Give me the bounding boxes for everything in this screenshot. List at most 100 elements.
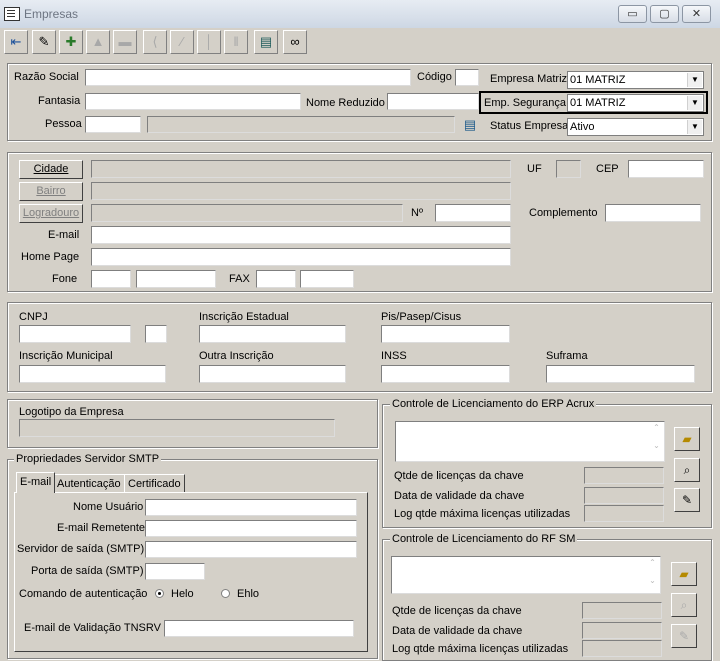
codigo-field[interactable] (455, 69, 479, 86)
erp-log-label: Log qtde máxima licenças utilizadas (394, 508, 571, 520)
email-field[interactable] (91, 226, 511, 244)
tab-autenticacao[interactable]: Autenticação (53, 474, 125, 492)
open-folder-icon[interactable]: ▰ (671, 562, 697, 586)
fone-ddd-field[interactable] (91, 270, 131, 288)
fantasia-field[interactable] (85, 93, 301, 110)
fax-number-field[interactable] (300, 270, 354, 288)
logotipo-label: Logotipo da Empresa (19, 406, 124, 418)
helo-radio[interactable] (155, 589, 164, 598)
edit-icon[interactable]: ✎ (32, 30, 56, 54)
emp-seguranca-label: Emp. Segurança (484, 97, 566, 109)
razao-social-label: Razão Social (14, 71, 79, 83)
email-remetente-label: E-mail Remetente (57, 522, 146, 534)
close-button[interactable]: ✕ (682, 5, 711, 23)
next-icon[interactable]: │ (197, 30, 221, 54)
save-icon[interactable]: ▲ (86, 30, 110, 54)
rfsm-qtde-field (582, 602, 662, 619)
home-page-label: Home Page (21, 251, 80, 263)
exit-icon[interactable]: ⇤ (4, 30, 28, 54)
erp-validade-label: Data de validade da chave (394, 490, 525, 502)
numero-field[interactable] (435, 204, 511, 222)
memo-scrollbar[interactable]: ⌃ ⌄ (650, 423, 663, 460)
uf-label: UF (527, 163, 542, 175)
emp-seguranca-select[interactable]: 01 MATRIZ ▼ (567, 94, 704, 112)
search-document-icon[interactable]: ⌕ (674, 458, 700, 482)
cnpj-label: CNPJ (19, 311, 48, 323)
binoculars-icon[interactable]: ∞ (283, 30, 307, 54)
rfsm-qtde-label: Qtde de licenças da chave (392, 605, 522, 617)
suframa-label: Suframa (546, 350, 588, 362)
edit-icon[interactable]: ✎ (671, 624, 697, 648)
servidor-saida-field[interactable] (145, 541, 357, 558)
erp-log-field (584, 505, 664, 522)
window-title: Empresas (24, 7, 79, 21)
logradouro-button[interactable]: Logradouro (19, 204, 83, 223)
bairro-field (91, 182, 511, 200)
rfsm-key-memo[interactable]: ⌃ ⌄ (391, 556, 661, 594)
complemento-label: Complemento (529, 207, 598, 219)
fax-ddd-field[interactable] (256, 270, 296, 288)
pis-field[interactable] (381, 325, 510, 343)
maximize-button[interactable]: ▢ (650, 5, 679, 23)
erp-validade-field (584, 487, 664, 504)
chevron-down-icon[interactable]: ▼ (687, 120, 702, 134)
logotipo-field[interactable] (19, 419, 335, 437)
inss-label: INSS (381, 350, 407, 362)
fone-label: Fone (52, 273, 78, 285)
first-icon[interactable]: ⟨ (143, 30, 167, 54)
complemento-field[interactable] (605, 204, 701, 222)
empresa-matriz-select[interactable]: 01 MATRIZ ▼ (567, 71, 704, 89)
cidade-button[interactable]: Cidade (19, 160, 83, 179)
memo-scrollbar[interactable]: ⌃ ⌄ (646, 558, 659, 592)
fone-number-field[interactable] (136, 270, 216, 288)
inscricao-municipal-field[interactable] (19, 365, 166, 383)
title-bar: Empresas ▭ ▢ ✕ (0, 0, 720, 29)
delete-icon[interactable]: ▬ (113, 30, 137, 54)
status-empresa-label: Status Empresa (490, 120, 569, 132)
minimize-button[interactable]: ▭ (618, 5, 647, 23)
pessoa-field[interactable] (85, 116, 141, 133)
porta-saida-label: Porta de saída (SMTP) (31, 565, 144, 577)
suframa-field[interactable] (546, 365, 695, 383)
inscricao-estadual-field[interactable] (199, 325, 346, 343)
pis-label: Pis/Pasep/Cisus (381, 311, 462, 323)
cep-field[interactable] (628, 160, 704, 178)
list-icon[interactable]: ▤ (254, 30, 278, 54)
cnpj-digit-field[interactable] (145, 325, 167, 343)
smtp-legend: Propriedades Servidor SMTP (14, 453, 162, 465)
outra-inscricao-field[interactable] (199, 365, 346, 383)
erp-key-memo[interactable]: ⌃ ⌄ (395, 421, 665, 462)
home-page-field[interactable] (91, 248, 511, 266)
fax-label: FAX (229, 273, 250, 285)
email-label: E-mail (48, 229, 80, 241)
chevron-down-icon[interactable]: ▼ (687, 96, 702, 110)
nome-usuario-field[interactable] (145, 499, 357, 516)
last-icon[interactable]: ‖ (224, 30, 248, 54)
pessoa-lookup-icon[interactable]: ▤ (460, 116, 480, 133)
email-remetente-field[interactable] (145, 520, 357, 537)
inss-field[interactable] (381, 365, 510, 383)
razao-social-field[interactable] (85, 69, 411, 86)
cidade-field (91, 160, 511, 178)
cnpj-field[interactable] (19, 325, 131, 343)
search-document-icon[interactable]: ⌕ (671, 593, 697, 617)
rfsm-validade-field (582, 622, 662, 639)
tab-certificado[interactable]: Certificado (124, 474, 185, 492)
open-folder-icon[interactable]: ▰ (674, 427, 700, 451)
porta-saida-field[interactable] (145, 563, 205, 580)
chevron-down-icon[interactable]: ▼ (687, 73, 702, 87)
add-icon[interactable]: ✚ (59, 30, 83, 54)
edit-icon[interactable]: ✎ (674, 488, 700, 512)
bairro-button[interactable]: Bairro (19, 182, 83, 201)
erp-qtde-field (584, 467, 664, 484)
rfsm-log-field (582, 640, 662, 657)
email-validacao-label: E-mail de Validação TNSRV (24, 622, 161, 634)
ehlo-radio[interactable] (221, 589, 230, 598)
prior-icon[interactable]: ∕ (170, 30, 194, 54)
erp-legend: Controle de Licenciamento do ERP Acrux (390, 398, 597, 410)
pessoa-name-field (147, 116, 455, 133)
nome-reduzido-field[interactable] (387, 93, 479, 110)
tab-email[interactable]: E-mail (16, 472, 56, 493)
status-empresa-select[interactable]: Ativo ▼ (567, 118, 704, 136)
email-validacao-field[interactable] (164, 620, 354, 637)
